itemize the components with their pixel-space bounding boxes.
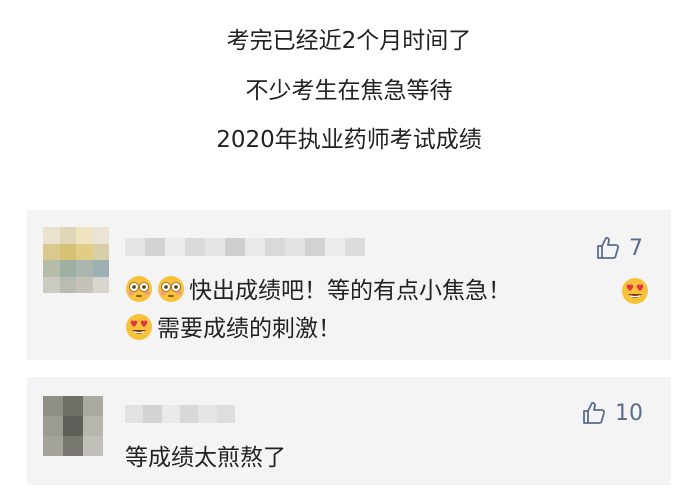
username-blurred[interactable] — [125, 238, 365, 256]
like-count: 7 — [629, 235, 643, 261]
comment-card: 10 等成绩太煎熬了 — [27, 377, 671, 485]
comment-text-part1: 快出成绩吧！等的有点小焦急！ — [189, 278, 511, 304]
avatar[interactable] — [43, 227, 109, 293]
thumbs-up-icon — [597, 236, 620, 259]
comment-card: 7 快出成绩吧！等的有点小焦急！ 需要成绩的刺激！ — [27, 210, 671, 360]
like-button[interactable]: 10 — [581, 400, 643, 426]
like-button[interactable]: 7 — [595, 235, 643, 261]
thumbs-up-icon — [583, 401, 606, 424]
username-blurred[interactable] — [125, 405, 235, 423]
flushed-face-icon — [126, 276, 152, 302]
comment-text: 快出成绩吧！等的有点小焦急！ 需要成绩的刺激！ — [125, 272, 651, 348]
intro-line-1: 考完已经近2个月时间了 — [226, 28, 472, 54]
heart-eyes-icon — [126, 314, 152, 340]
intro-line-3: 2020年执业药师考试成绩 — [216, 127, 482, 153]
heart-eyes-icon — [622, 278, 648, 304]
avatar[interactable] — [43, 396, 103, 456]
comment-text: 等成绩太煎熬了 — [125, 445, 286, 471]
like-count: 10 — [615, 400, 643, 426]
comment-text-part2: 需要成绩的刺激！ — [157, 316, 341, 342]
intro-line-2: 不少考生在焦急等待 — [245, 78, 453, 104]
flushed-face-icon — [158, 276, 184, 302]
